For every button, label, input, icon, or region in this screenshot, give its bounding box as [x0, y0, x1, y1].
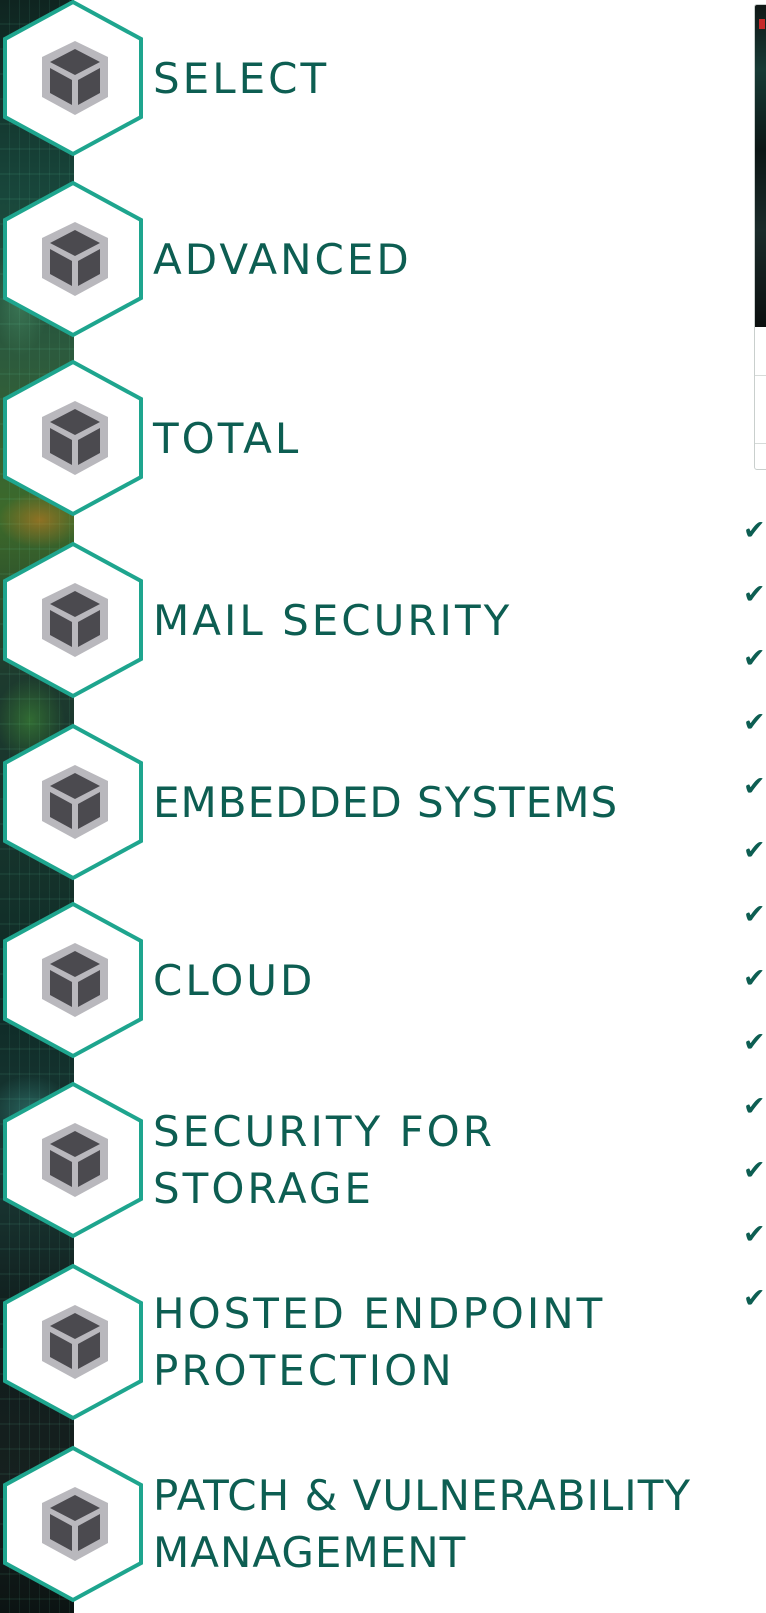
menu-item-label-line: CLOUD [153, 955, 316, 1005]
check-icon: ✔ [743, 899, 766, 930]
check-icon: ✔ [743, 835, 766, 866]
product-box-cover [755, 5, 766, 327]
hex-badge[interactable] [0, 1262, 146, 1422]
menu-item-label-line: TOTAL [153, 413, 302, 463]
menu-item-label[interactable]: ADVANCED [153, 179, 412, 339]
hex-badge[interactable] [0, 179, 146, 339]
menu-item-label[interactable]: EMBEDDED SYSTEMS [153, 722, 618, 882]
menu-item-select[interactable]: SELECT [0, 0, 766, 158]
menu-item-label[interactable]: HOSTED ENDPOINT PROTECTION [153, 1262, 605, 1422]
check-icon: ✔ [743, 579, 766, 610]
menu-item-label[interactable]: TOTAL [153, 358, 301, 518]
menu-item-label-line: HOSTED ENDPOINT [153, 1289, 606, 1338]
check-icon: ✔ [743, 1283, 766, 1314]
hex-badge[interactable] [0, 358, 146, 518]
menu-item-advanced[interactable]: ADVANCED [0, 179, 766, 339]
hex-badge[interactable] [0, 1444, 146, 1604]
hex-badge[interactable] [0, 1080, 146, 1240]
menu-item-label-line: SECURITY FOR [153, 1107, 495, 1156]
product-box-divider [755, 375, 766, 376]
menu-item-label-line: SELECT [153, 53, 330, 103]
hex-badge[interactable] [0, 0, 146, 158]
menu-item-embedded-systems[interactable]: EMBEDDED SYSTEMS [0, 722, 766, 882]
page: SELECT ADVANCED TOTAL MAIL SECURITY EMBE [0, 0, 766, 1613]
product-box-image [754, 4, 766, 470]
menu-item-label[interactable]: SELECT [153, 0, 329, 158]
menu-item-label-line: PROTECTION [153, 1346, 455, 1395]
check-icon: ✔ [743, 1219, 766, 1250]
hex-badge[interactable] [0, 722, 146, 882]
product-box-divider [755, 443, 766, 444]
menu-item-hosted-endpoint-protection[interactable]: HOSTED ENDPOINT PROTECTION [0, 1262, 766, 1422]
menu-item-label-line: MAIL SECURITY [153, 595, 513, 645]
check-icon: ✔ [743, 515, 766, 546]
menu-item-label[interactable]: PATCH & VULNERABILITY MANAGEMENT [153, 1444, 691, 1604]
check-icon: ✔ [743, 643, 766, 674]
check-icon: ✔ [743, 963, 766, 994]
menu-item-mail-security[interactable]: MAIL SECURITY [0, 540, 766, 700]
check-icon: ✔ [743, 1027, 766, 1058]
menu-item-label-line: STORAGE [153, 1164, 374, 1213]
menu-item-security-for-storage[interactable]: SECURITY FOR STORAGE [0, 1080, 766, 1240]
menu-item-label-line: MANAGEMENT [153, 1528, 467, 1577]
check-icon: ✔ [743, 1091, 766, 1122]
menu-item-cloud[interactable]: CLOUD [0, 900, 766, 1060]
menu-item-total[interactable]: TOTAL [0, 358, 766, 518]
hex-badge[interactable] [0, 900, 146, 1060]
menu-item-label[interactable]: SECURITY FOR STORAGE [153, 1080, 495, 1240]
menu-item-label[interactable]: MAIL SECURITY [153, 540, 512, 700]
check-icon: ✔ [743, 1155, 766, 1186]
menu-item-label-line: EMBEDDED SYSTEMS [153, 777, 619, 827]
check-icon: ✔ [743, 707, 766, 738]
check-icon: ✔ [743, 771, 766, 802]
menu-item-label-line: PATCH & VULNERABILITY [153, 1471, 692, 1520]
menu-item-label[interactable]: CLOUD [153, 900, 315, 1060]
menu-item-label-line: ADVANCED [153, 234, 412, 284]
menu-item-patch-vulnerability-management[interactable]: PATCH & VULNERABILITY MANAGEMENT [0, 1444, 766, 1604]
hex-badge[interactable] [0, 540, 146, 700]
